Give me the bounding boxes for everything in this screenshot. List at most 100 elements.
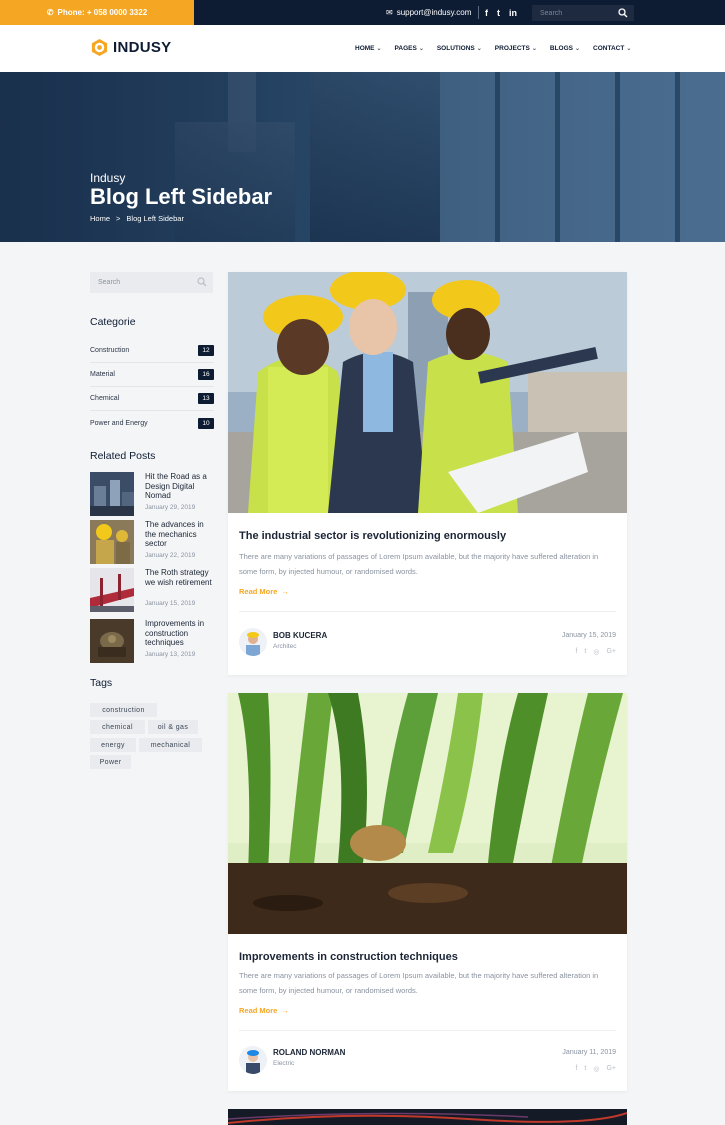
chevron-down-icon: ⌄ — [418, 46, 424, 52]
main-navigation: INDUSY HOME ⌄ PAGES ⌄ SOLUTIONS ⌄ PROJECTS ⌄… — [0, 25, 725, 72]
read-more-label: Read More — [239, 1006, 278, 1015]
related-post-title[interactable]: Improvements in construction techniques — [145, 619, 215, 648]
post-title[interactable]: Improvements in construction techniques — [239, 951, 458, 963]
top-search-input[interactable]: Search — [532, 5, 634, 21]
breadcrumb: Home > Blog Left Sidebar — [90, 214, 184, 223]
breadcrumb-home[interactable]: Home — [90, 214, 110, 223]
top-bar: ✆ Phone: + 058 0000 3322 ✉ support@indus… — [0, 0, 725, 25]
tag[interactable]: construction — [90, 703, 157, 717]
page-title: Blog Left Sidebar — [90, 184, 273, 209]
instagram-icon[interactable]: ◎ — [593, 1065, 599, 1073]
tag[interactable]: chemical — [90, 720, 145, 734]
post-image[interactable] — [228, 693, 627, 934]
menu-item-blogs[interactable]: BLOGS ⌄ — [550, 45, 580, 52]
author-name[interactable]: BOB KUCERA — [273, 631, 327, 640]
related-post-thumbnail — [90, 472, 134, 516]
google-plus-icon[interactable]: G+ — [606, 648, 616, 656]
menu-item-pages[interactable]: PAGES ⌄ — [395, 45, 424, 52]
share-icons: f t ◎ G+ — [575, 1065, 616, 1073]
menu-item-solutions[interactable]: SOLUTIONS ⌄ — [437, 45, 482, 52]
post-excerpt: There are many variations of passages of… — [239, 552, 599, 576]
category-count-badge: 10 — [198, 417, 214, 429]
post-image[interactable] — [228, 1109, 627, 1125]
tags-heading: Tags — [90, 677, 113, 689]
chevron-down-icon: ⌄ — [575, 46, 581, 52]
share-icons: f t ◎ G+ — [575, 648, 616, 656]
twitter-icon[interactable]: t — [584, 648, 586, 656]
category-item[interactable]: Material 16 — [90, 363, 214, 387]
facebook-icon[interactable]: f — [485, 8, 488, 18]
category-item[interactable]: Chemical 13 — [90, 387, 214, 411]
envelope-icon: ✉ — [386, 8, 393, 17]
post-title[interactable]: The industrial sector is revolutionizing… — [239, 530, 506, 542]
linkedin-icon[interactable]: in — [509, 8, 517, 18]
breadcrumb-separator: > — [116, 214, 121, 223]
read-more-link[interactable]: Read More → — [239, 1006, 289, 1015]
related-post-date: January 29, 2019 — [145, 504, 196, 511]
related-post-title[interactable]: The advances in the mechanics sector — [145, 520, 215, 549]
category-item[interactable]: Construction 12 — [90, 339, 214, 363]
blog-post-card: The industrial sector is revolutionizing… — [228, 272, 627, 675]
phone-text: Phone: + 058 0000 3322 — [57, 8, 148, 17]
tag[interactable]: energy — [90, 738, 136, 752]
email-info[interactable]: ✉ support@indusy.com — [386, 0, 471, 25]
menu: HOME ⌄ PAGES ⌄ SOLUTIONS ⌄ PROJECTS ⌄ BLOGS ⌄… — [355, 25, 631, 72]
related-post[interactable]: The Roth strategy we wish retirement Jan… — [90, 568, 214, 612]
category-count-badge: 13 — [198, 393, 214, 404]
post-image[interactable] — [228, 272, 627, 513]
author-role: Architec — [273, 643, 297, 650]
author-name[interactable]: ROLAND NORMAN — [273, 1048, 345, 1057]
page-hero: Indusy Blog Left Sidebar Home > Blog Lef… — [0, 72, 725, 242]
author-avatar[interactable] — [239, 1046, 267, 1074]
tag[interactable]: mechanical — [139, 738, 202, 752]
sidebar-search-placeholder: Search — [98, 279, 121, 286]
categories-heading: Categorie — [90, 316, 136, 328]
menu-item-home[interactable]: HOME ⌄ — [355, 45, 382, 52]
breadcrumb-current: Blog Left Sidebar — [126, 214, 184, 223]
related-post[interactable]: Hit the Road as a Design Digital Nomad J… — [90, 472, 214, 516]
search-icon[interactable] — [618, 8, 628, 18]
category-count-badge: 16 — [198, 369, 214, 380]
post-date: January 11, 2019 — [562, 1049, 616, 1056]
email-text: support@indusy.com — [396, 8, 472, 17]
menu-item-contact[interactable]: CONTACT ⌄ — [593, 45, 631, 52]
tag[interactable]: oil & gas — [148, 720, 198, 734]
sidebar-search-input[interactable]: Search — [90, 272, 213, 293]
related-post[interactable]: Improvements in construction techniques … — [90, 619, 214, 663]
phone-info[interactable]: ✆ Phone: + 058 0000 3322 — [0, 0, 194, 25]
related-post-title[interactable]: Hit the Road as a Design Digital Nomad — [145, 472, 215, 501]
related-post[interactable]: The advances in the mechanics sector Jan… — [90, 520, 214, 564]
topbar-divider — [478, 6, 479, 19]
author-role: Electric — [273, 1060, 295, 1067]
menu-label: HOME — [355, 45, 375, 52]
menu-item-projects[interactable]: PROJECTS ⌄ — [495, 45, 537, 52]
facebook-icon[interactable]: f — [575, 1065, 577, 1073]
related-post-title[interactable]: The Roth strategy we wish retirement — [145, 568, 215, 587]
author-avatar[interactable] — [239, 628, 267, 656]
related-posts-heading: Related Posts — [90, 450, 156, 462]
related-post-date: January 22, 2019 — [145, 552, 196, 559]
twitter-icon[interactable]: t — [584, 1065, 586, 1073]
menu-label: PAGES — [394, 45, 417, 52]
chevron-down-icon: ⌄ — [531, 46, 537, 52]
phone-icon: ✆ — [46, 8, 54, 17]
related-post-thumbnail — [90, 619, 134, 663]
post-date: January 15, 2019 — [561, 632, 616, 639]
google-plus-icon[interactable]: G+ — [606, 1065, 616, 1073]
hero-subtitle: Indusy — [90, 171, 126, 185]
menu-label: PROJECTS — [494, 45, 530, 52]
category-item[interactable]: Power and Energy 10 — [90, 411, 214, 435]
instagram-icon[interactable]: ◎ — [593, 648, 599, 656]
menu-label: CONTACT — [593, 45, 625, 52]
logo[interactable]: INDUSY — [90, 38, 171, 57]
top-search-placeholder: Search — [540, 9, 563, 17]
social-links: f t in — [485, 0, 517, 25]
twitter-icon[interactable]: t — [497, 8, 500, 18]
read-more-link[interactable]: Read More → — [239, 587, 289, 596]
facebook-icon[interactable]: f — [575, 648, 577, 656]
menu-label: BLOGS — [549, 45, 573, 52]
category-name: Material — [90, 371, 115, 378]
tag[interactable]: Power — [90, 755, 131, 769]
search-icon[interactable] — [197, 277, 207, 287]
read-more-label: Read More — [239, 587, 278, 596]
